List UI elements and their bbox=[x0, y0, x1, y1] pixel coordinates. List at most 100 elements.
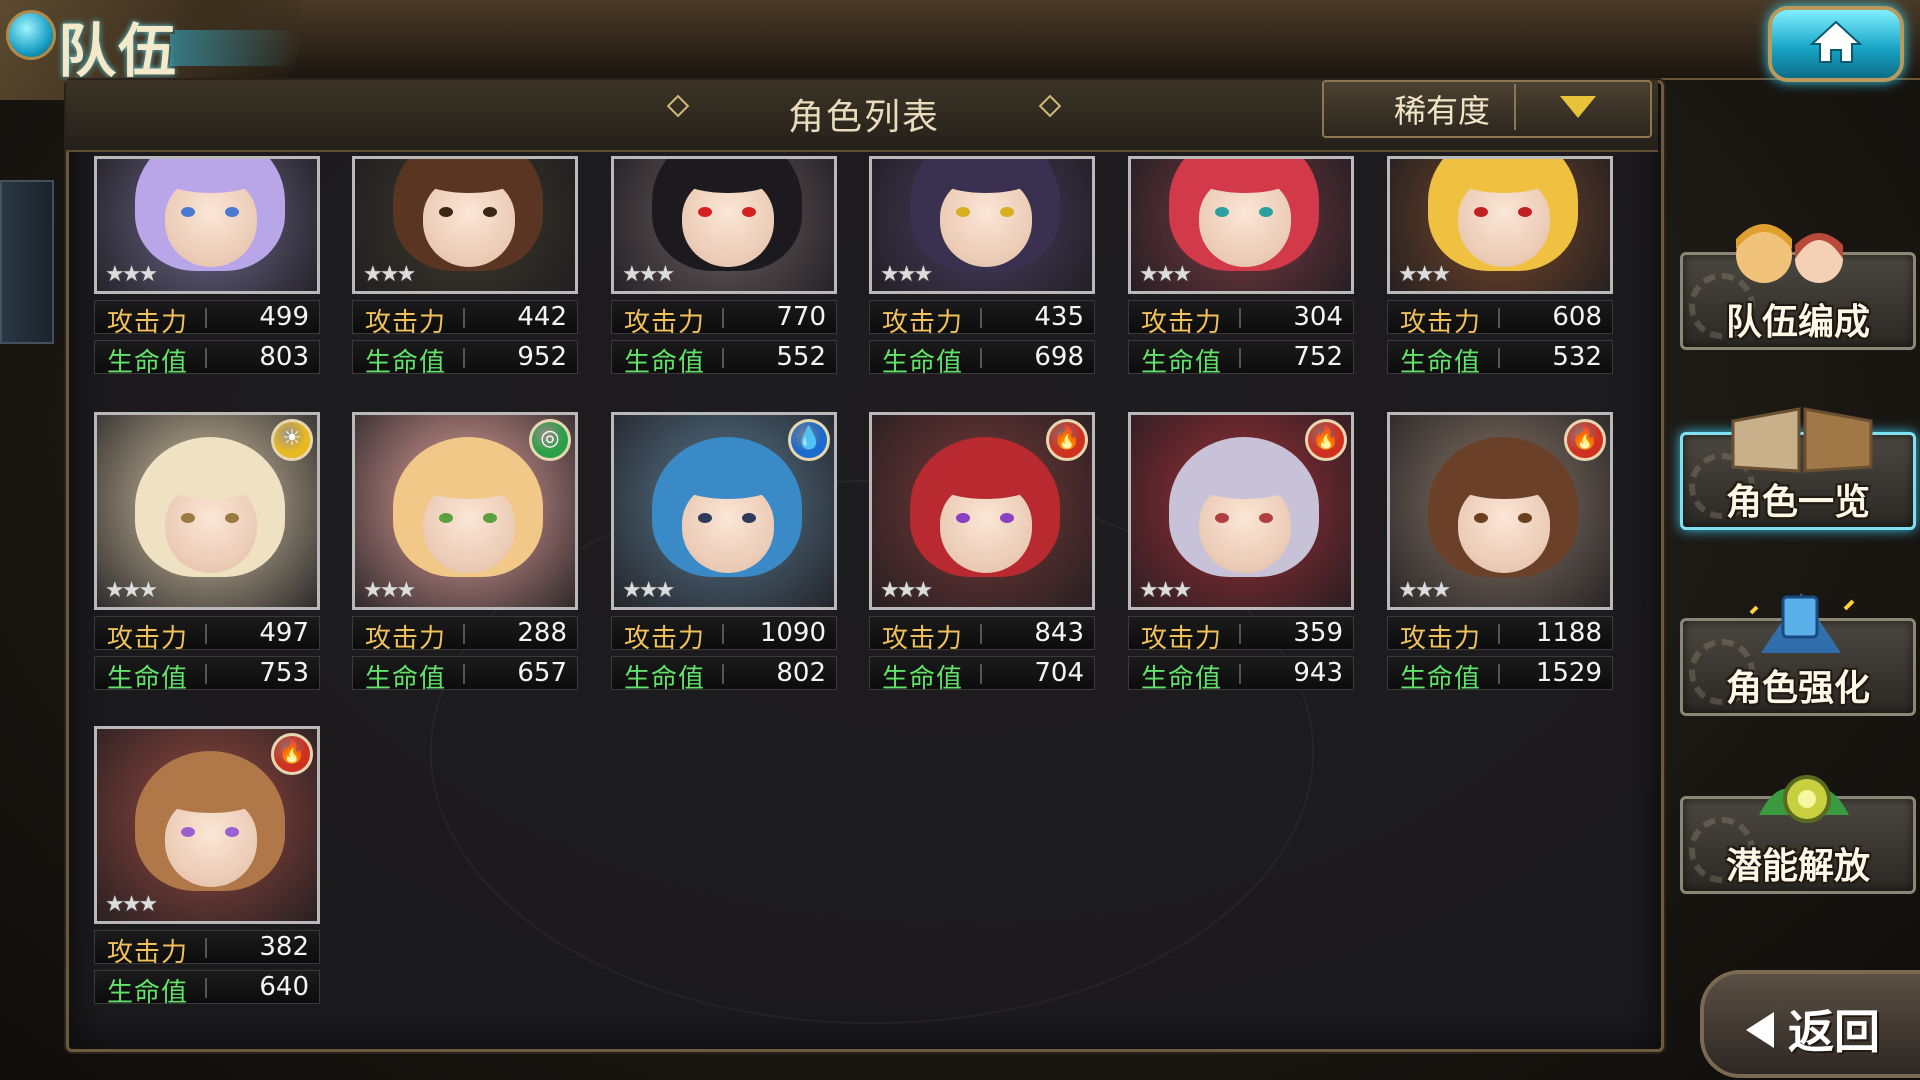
hp-value: 657 bbox=[517, 658, 567, 688]
portrait-eye bbox=[956, 207, 970, 217]
character-card[interactable]: ★★★ 🔥 攻击力 843 生命值 704 bbox=[869, 412, 1095, 694]
character-portrait[interactable]: ★★★ bbox=[352, 156, 578, 294]
hp-value: 640 bbox=[259, 972, 309, 1002]
attack-value: 1188 bbox=[1535, 618, 1602, 648]
character-portrait[interactable]: ★★★ 🔥 bbox=[869, 412, 1095, 610]
stat-separator bbox=[205, 348, 207, 368]
hp-value: 753 bbox=[259, 658, 309, 688]
character-portrait[interactable]: ★★★ ◎ bbox=[352, 412, 578, 610]
character-card[interactable]: ★★★ 💧 攻击力 1090 生命值 802 bbox=[611, 412, 837, 694]
attack-value: 497 bbox=[259, 618, 309, 648]
attack-stat-row: 攻击力 770 bbox=[611, 300, 837, 338]
hp-label: 生命值 bbox=[1141, 664, 1223, 694]
attack-stat-row: 攻击力 288 bbox=[352, 616, 578, 654]
hp-stat-row: 生命值 532 bbox=[1387, 340, 1613, 378]
hp-value: 802 bbox=[776, 658, 826, 688]
back-arrow-icon[interactable] bbox=[1746, 1012, 1774, 1048]
attack-stat-row: 攻击力 435 bbox=[869, 300, 1095, 338]
character-portrait[interactable]: ★★★ 🔥 bbox=[1387, 412, 1613, 610]
character-portrait[interactable]: ★★★ ☀ bbox=[94, 412, 320, 610]
character-portrait[interactable]: ★★★ bbox=[611, 156, 837, 294]
attack-label: 攻击力 bbox=[1400, 308, 1482, 338]
fire-element-icon: 🔥 bbox=[1305, 419, 1347, 461]
light-element-icon: ☀ bbox=[271, 419, 313, 461]
attack-label: 攻击力 bbox=[624, 308, 706, 338]
portrait-bangs bbox=[934, 159, 1038, 193]
stat-separator bbox=[980, 664, 982, 684]
character-card[interactable]: ★★★ ☀ 攻击力 497 生命值 753 bbox=[94, 412, 320, 694]
stat-separator bbox=[722, 348, 724, 368]
rarity-stars: ★★★ bbox=[1139, 262, 1192, 287]
stat-separator bbox=[463, 348, 465, 368]
fire-element-icon: 🔥 bbox=[271, 733, 313, 775]
potential-unlock-button[interactable]: 潜能解放 bbox=[1680, 775, 1916, 894]
character-card[interactable]: ★★★ ◎ 攻击力 288 生命值 657 bbox=[352, 412, 578, 694]
hp-value: 952 bbox=[517, 342, 567, 372]
portrait-bangs bbox=[1452, 463, 1556, 499]
character-portrait[interactable]: ★★★ bbox=[94, 156, 320, 294]
enhance-crystal-icon bbox=[1741, 583, 1861, 667]
stat-separator bbox=[205, 938, 207, 958]
page-title: 队伍 bbox=[58, 17, 179, 85]
character-portrait[interactable]: ★★★ bbox=[1387, 156, 1613, 294]
portrait-eye bbox=[439, 207, 453, 217]
character-card[interactable]: ★★★ 攻击力 304 生命值 752 bbox=[1128, 156, 1354, 424]
attack-stat-row: 攻击力 608 bbox=[1387, 300, 1613, 338]
portrait-eye bbox=[742, 207, 756, 217]
portrait-eye bbox=[483, 513, 497, 523]
character-card[interactable]: ★★★ 🔥 攻击力 1188 生命值 1529 bbox=[1387, 412, 1613, 694]
attack-stat-row: 攻击力 1090 bbox=[611, 616, 837, 654]
back-label[interactable]: 返回 bbox=[1788, 996, 1880, 1062]
hp-label: 生命值 bbox=[882, 664, 964, 694]
attack-value: 288 bbox=[517, 618, 567, 648]
character-card[interactable]: ★★★ 🔥 攻击力 382 生命值 640 bbox=[94, 726, 320, 1008]
character-enhance-button[interactable]: 角色强化 bbox=[1680, 593, 1916, 716]
attack-label: 攻击力 bbox=[107, 308, 189, 338]
character-card[interactable]: ★★★ 攻击力 608 生命值 532 bbox=[1387, 156, 1613, 424]
hp-label: 生命值 bbox=[882, 348, 964, 378]
portrait-bangs bbox=[934, 463, 1038, 499]
character-card[interactable]: ★★★ 攻击力 770 生命值 552 bbox=[611, 156, 837, 424]
portrait-eye bbox=[225, 513, 239, 523]
team-formation-button[interactable]: 队伍编成 bbox=[1680, 224, 1916, 350]
stat-separator bbox=[722, 624, 724, 644]
attack-label: 攻击力 bbox=[365, 308, 447, 338]
hp-value: 552 bbox=[776, 342, 826, 372]
stat-separator bbox=[205, 978, 207, 998]
hp-stat-row: 生命值 803 bbox=[94, 340, 320, 378]
character-portrait[interactable]: ★★★ 🔥 bbox=[1128, 412, 1354, 610]
character-portrait[interactable]: ★★★ 🔥 bbox=[94, 726, 320, 924]
portrait-eye bbox=[483, 207, 497, 217]
character-portrait[interactable]: ★★★ bbox=[869, 156, 1095, 294]
attack-value: 608 bbox=[1552, 302, 1602, 332]
attack-stat-row: 攻击力 304 bbox=[1128, 300, 1354, 338]
portrait-eye bbox=[1474, 513, 1488, 523]
character-portrait[interactable]: ★★★ bbox=[1128, 156, 1354, 294]
portrait-bangs bbox=[417, 463, 521, 499]
character-card[interactable]: ★★★ 攻击力 435 生命值 698 bbox=[869, 156, 1095, 424]
hp-stat-row: 生命值 552 bbox=[611, 340, 837, 378]
portrait-eye bbox=[1000, 513, 1014, 523]
hp-stat-row: 生命值 952 bbox=[352, 340, 578, 378]
character-portrait[interactable]: ★★★ 💧 bbox=[611, 412, 837, 610]
character-card[interactable]: ★★★ 🔥 攻击力 359 生命值 943 bbox=[1128, 412, 1354, 694]
portrait-eye bbox=[698, 513, 712, 523]
portrait-eye bbox=[1474, 207, 1488, 217]
title-sweep bbox=[170, 30, 300, 66]
sort-label[interactable]: 稀有度 bbox=[1322, 86, 1562, 132]
home-button[interactable] bbox=[1768, 6, 1904, 82]
hp-label: 生命值 bbox=[365, 348, 447, 378]
rarity-stars: ★★★ bbox=[880, 578, 933, 603]
stat-separator bbox=[205, 664, 207, 684]
hp-label: 生命值 bbox=[107, 978, 189, 1008]
stat-separator bbox=[1239, 308, 1241, 328]
hp-label: 生命值 bbox=[624, 348, 706, 378]
character-card[interactable]: ★★★ 攻击力 499 生命值 803 bbox=[94, 156, 320, 424]
hp-stat-row: 生命值 657 bbox=[352, 656, 578, 694]
attack-value: 499 bbox=[259, 302, 309, 332]
character-list-button[interactable]: 角色一览 bbox=[1680, 407, 1916, 530]
side-menu-label: 潜能解放 bbox=[1725, 846, 1870, 887]
portrait-eye bbox=[956, 513, 970, 523]
character-card[interactable]: ★★★ 攻击力 442 生命值 952 bbox=[352, 156, 578, 424]
dropdown-arrow-icon[interactable] bbox=[1560, 96, 1596, 118]
